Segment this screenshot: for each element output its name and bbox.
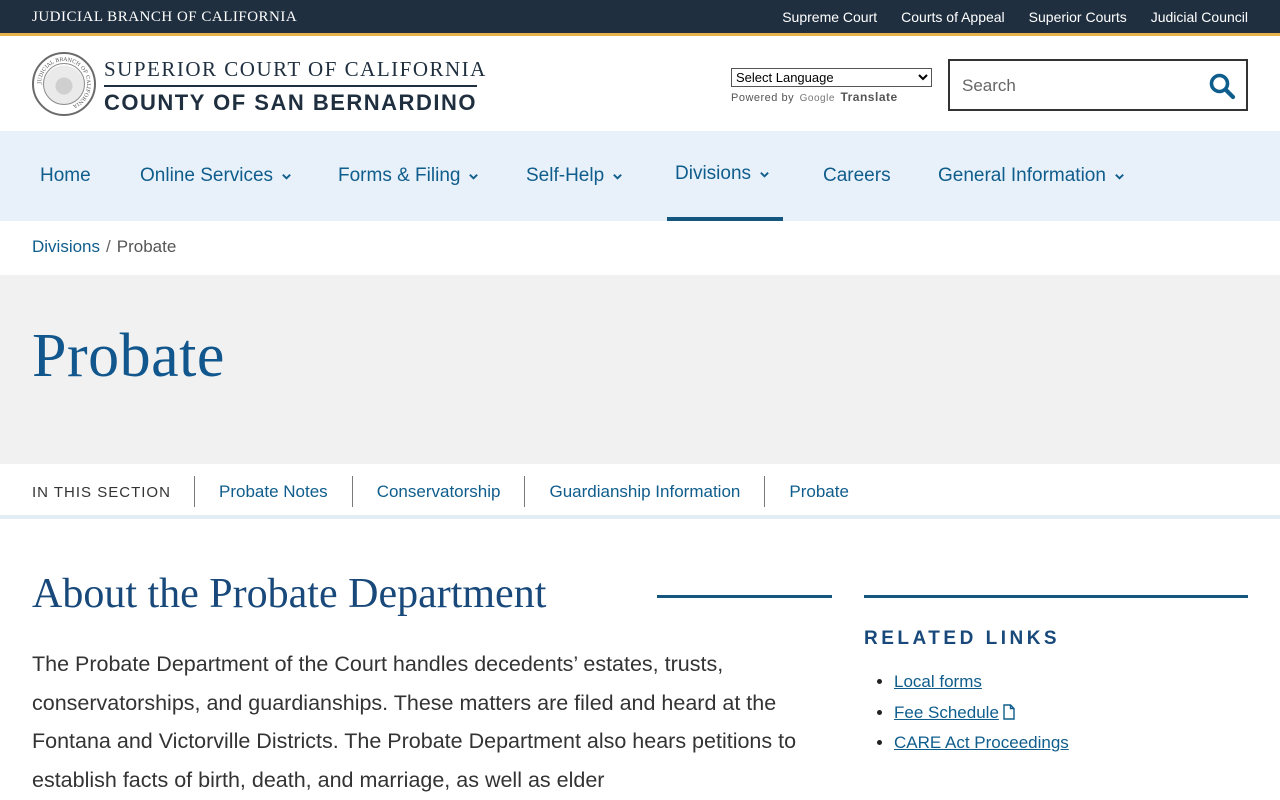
list-item: Fee Schedule: [894, 698, 1069, 729]
nav-item-online-services[interactable]: Online Services: [132, 131, 300, 221]
document-icon: [1003, 703, 1015, 720]
translate-link[interactable]: Translate: [840, 90, 897, 104]
google-logo: Google: [799, 93, 835, 104]
nav-item-forms-filing[interactable]: Forms & Filing: [330, 131, 487, 221]
sidebar-divider: [864, 595, 1248, 598]
related-link-local-forms[interactable]: Local forms: [894, 672, 982, 691]
breadcrumb: Divisions / Probate: [32, 237, 176, 257]
page-hero: Probate: [0, 275, 1280, 464]
heading-divider: [657, 595, 832, 598]
chevron-down-icon: [1115, 173, 1124, 180]
chevron-down-icon: [760, 171, 769, 178]
search-box: [948, 59, 1248, 111]
top-bar: JUDICIAL BRANCH OF CALIFORNIA Supreme Co…: [0, 0, 1280, 36]
related-links-heading: RELATED LINKS: [864, 628, 1061, 649]
judicial-branch-label: JUDICIAL BRANCH OF CALIFORNIA: [32, 9, 298, 25]
breadcrumb-divisions[interactable]: Divisions: [32, 237, 100, 256]
top-link-supreme-court[interactable]: Supreme Court: [782, 9, 877, 25]
chevron-down-icon: [282, 173, 291, 180]
section-link-conservatorship[interactable]: Conservatorship: [351, 476, 525, 507]
seal-emblem: [43, 63, 85, 105]
court-seal-logo[interactable]: JUDICIAL BRANCH OF CALIFORNIA: [32, 52, 96, 116]
translate-widget: Select Language Powered by Google Transl…: [731, 68, 932, 104]
nav-item-label: Careers: [823, 165, 891, 186]
section-link-probate[interactable]: Probate: [764, 476, 873, 507]
nav-item-home[interactable]: Home: [32, 131, 99, 221]
top-links: Supreme Court Courts of Appeal Superior …: [782, 9, 1248, 25]
nav-item-label: Divisions: [675, 163, 752, 184]
section-link-probate-notes[interactable]: Probate Notes: [194, 476, 352, 507]
breadcrumb-separator: /: [106, 237, 111, 256]
top-link-superior-courts[interactable]: Superior Courts: [1029, 9, 1127, 25]
list-item: Local forms: [894, 667, 1069, 698]
nav-item-label: Forms & Filing: [338, 165, 461, 186]
court-title[interactable]: SUPERIOR COURT OF CALIFORNIA COUNTY OF S…: [104, 57, 487, 116]
content-body: The Probate Department of the Court hand…: [32, 652, 797, 792]
section-links: Probate Notes Conservatorship Guardiansh…: [194, 476, 873, 507]
chevron-down-icon: [469, 173, 479, 180]
top-link-judicial-council[interactable]: Judicial Council: [1151, 9, 1248, 25]
language-select[interactable]: Select Language: [731, 68, 932, 87]
powered-by-label: Powered by: [731, 92, 795, 104]
nav-item-label: General Information: [938, 165, 1106, 186]
chevron-down-icon: [613, 173, 622, 180]
nav-item-label: Self-Help: [526, 165, 605, 186]
breadcrumb-current: Probate: [116, 237, 177, 256]
court-title-line2: COUNTY OF SAN BERNARDINO: [104, 90, 477, 115]
related-links-list: Local forms Fee Schedule CARE Act Procee…: [894, 667, 1069, 759]
court-title-line1: SUPERIOR COURT OF CALIFORNIA: [104, 57, 487, 81]
main-navigation: Home Online Services Forms & Filing Self…: [0, 131, 1280, 221]
nav-item-label: Home: [40, 165, 91, 186]
in-this-section-label: IN THIS SECTION: [32, 484, 171, 501]
content-heading: About the Probate Department: [32, 571, 547, 617]
court-title-divider: [104, 85, 477, 87]
related-link-care-act-proceedings[interactable]: CARE Act Proceedings: [894, 733, 1069, 752]
nav-item-general-information[interactable]: General Information: [930, 131, 1133, 221]
page-title: Probate: [32, 322, 225, 390]
site-header: JUDICIAL BRANCH OF CALIFORNIA SUPERIOR C…: [0, 39, 1280, 131]
section-link-guardianship-information[interactable]: Guardianship Information: [524, 476, 764, 507]
nav-item-divisions[interactable]: Divisions: [667, 131, 783, 221]
nav-item-label: Online Services: [140, 165, 274, 186]
top-link-courts-of-appeal[interactable]: Courts of Appeal: [901, 9, 1005, 25]
in-this-section-nav: IN THIS SECTION Probate Notes Conservato…: [0, 464, 1280, 519]
search-input[interactable]: [962, 73, 1202, 99]
related-link-fee-schedule[interactable]: Fee Schedule: [894, 703, 999, 722]
nav-item-self-help[interactable]: Self-Help: [518, 131, 631, 221]
search-icon[interactable]: [1208, 72, 1236, 100]
powered-by-google: Powered by Google Translate: [731, 90, 932, 104]
list-item: CARE Act Proceedings: [894, 728, 1069, 759]
nav-item-careers[interactable]: Careers: [815, 131, 899, 221]
